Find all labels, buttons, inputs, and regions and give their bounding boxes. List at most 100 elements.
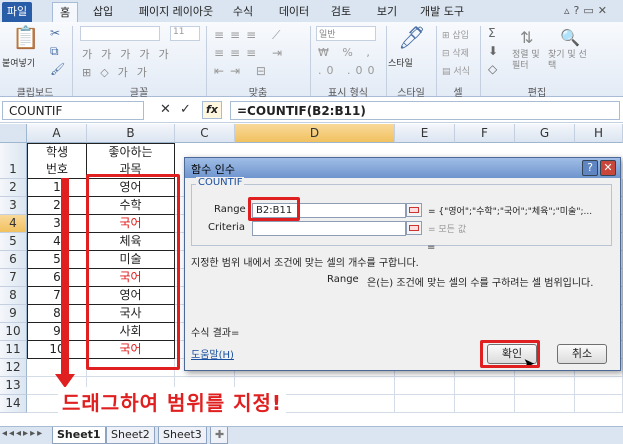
cancel-icon[interactable]: ✕ [160, 102, 171, 117]
tab-data[interactable]: 데이터 [276, 2, 312, 22]
insert-cells-button[interactable]: ⊞ 삽입 [442, 28, 469, 41]
grid-cell[interactable] [455, 377, 515, 395]
close-icon[interactable]: ✕ [600, 160, 616, 176]
decimal-buttons[interactable]: .0 .00 [318, 64, 380, 77]
cell-student-number[interactable]: 2 [27, 197, 87, 215]
cell-student-number[interactable]: 9 [27, 323, 87, 341]
align-bottom-buttons[interactable]: ⇤⇥ ⊟ [214, 64, 272, 78]
row-header[interactable]: 3 [0, 197, 27, 215]
grid-cell[interactable] [575, 377, 623, 395]
cancel-button[interactable]: 취소 [557, 344, 607, 364]
row-header[interactable]: 14 [0, 395, 27, 413]
cell-student-number[interactable]: 10 [27, 341, 87, 359]
column-header-f[interactable]: F [455, 124, 515, 143]
sort-filter-label[interactable]: 정렬 및 필터 [512, 50, 542, 72]
find-select-icon[interactable]: 🔍 [560, 28, 580, 47]
tab-page-layout[interactable]: 페이지 레이아웃 [128, 2, 224, 22]
sum-icon[interactable]: Σ [488, 26, 496, 40]
cell-student-number[interactable]: 8 [27, 305, 87, 323]
insert-function-button[interactable]: fx [202, 101, 222, 119]
row-header[interactable]: 13 [0, 377, 27, 395]
fill-icon[interactable]: ⬇ [488, 44, 498, 58]
formula-buttons: ✕ ✓ fx [160, 101, 224, 120]
grid-cell[interactable] [515, 395, 575, 413]
row-header[interactable]: 10 [0, 323, 27, 341]
range-collapse-icon[interactable] [406, 203, 422, 217]
font-size-box[interactable]: 11 [170, 26, 200, 41]
paste-icon[interactable]: 📋 [12, 26, 39, 51]
sheet-tab-2[interactable]: Sheet2 [106, 427, 155, 444]
row-header[interactable]: 5 [0, 233, 27, 251]
clear-icon[interactable]: ◇ [488, 62, 497, 76]
row-header[interactable]: 8 [0, 287, 27, 305]
cell-student-number[interactable]: 1 [27, 179, 87, 197]
formula-input[interactable]: =COUNTIF(B2:B11) [230, 101, 620, 120]
help-icon[interactable]: ? [582, 160, 598, 176]
align-top-buttons[interactable]: ≡≡≡ ⟋ [214, 28, 286, 43]
sheet-nav-buttons[interactable]: ◂◂◂▸▸▸ [2, 428, 44, 439]
tab-file[interactable]: 파일 [2, 2, 32, 22]
insert-sheet-icon[interactable]: ✚ [210, 427, 228, 444]
criteria-input[interactable] [252, 221, 406, 236]
help-link[interactable]: 도움말(H) [191, 346, 234, 361]
grid-cell[interactable] [395, 395, 455, 413]
column-header-h[interactable]: H [575, 124, 623, 143]
style-label[interactable]: 스타일 [388, 56, 413, 69]
cell-a1[interactable]: 학생 번호 [27, 143, 87, 179]
copy-icon[interactable]: ⧉ [50, 44, 59, 59]
cell-student-number[interactable]: 7 [27, 287, 87, 305]
cell-student-number[interactable]: 4 [27, 233, 87, 251]
row-header[interactable]: 2 [0, 179, 27, 197]
column-header-c[interactable]: C [175, 124, 235, 143]
name-box[interactable]: COUNTIF [2, 101, 144, 120]
row-header[interactable]: 9 [0, 305, 27, 323]
column-header-d[interactable]: D [235, 124, 395, 143]
select-all-button[interactable] [0, 124, 27, 143]
grid-cell[interactable] [455, 395, 515, 413]
grid-cell[interactable] [575, 395, 623, 413]
format-cells-button[interactable]: ▤ 서식 [442, 64, 470, 77]
grid-cell[interactable] [395, 377, 455, 395]
number-format-box[interactable]: 일반 [316, 26, 376, 41]
tab-view[interactable]: 보기 [372, 2, 402, 22]
grid-cell[interactable] [515, 377, 575, 395]
sheet-tab-1[interactable]: Sheet1 [52, 427, 106, 444]
row-header[interactable]: 4 [0, 215, 27, 233]
delete-cells-button[interactable]: ⊟ 삭제 [442, 46, 469, 59]
column-header-a[interactable]: A [27, 124, 87, 143]
sheet-tab-3[interactable]: Sheet3 [158, 427, 207, 444]
criteria-collapse-icon[interactable] [406, 221, 422, 235]
dialog-titlebar[interactable]: 함수 인수 ? ✕ [185, 158, 620, 178]
cell-student-number[interactable]: 3 [27, 215, 87, 233]
font-style-buttons[interactable]: 가가가가가 [82, 46, 178, 62]
find-select-label[interactable]: 찾기 및 선택 [548, 50, 588, 72]
tab-formulas[interactable]: 수식 [228, 2, 258, 22]
cell-student-number[interactable]: 5 [27, 251, 87, 269]
style-icon[interactable]: 🖊 [398, 26, 426, 51]
paste-label[interactable]: 붙여넣기 [2, 56, 35, 69]
enter-icon[interactable]: ✓ [180, 102, 191, 117]
number-format-buttons[interactable]: ₩ % , [318, 46, 375, 59]
row-header[interactable]: 7 [0, 269, 27, 287]
tab-insert[interactable]: 삽입 [88, 2, 118, 22]
tab-home[interactable]: 홈 [52, 2, 78, 22]
format-painter-icon[interactable]: 🖌 [50, 62, 65, 76]
row-header[interactable]: 11 [0, 341, 27, 359]
tab-developer[interactable]: 개발 도구 [414, 2, 470, 22]
row-header[interactable]: 6 [0, 251, 27, 269]
window-controls[interactable]: ▵?▭✕ [564, 4, 620, 18]
group-number: 표시 형식 [328, 88, 368, 99]
sort-filter-icon[interactable]: ⇅ [520, 28, 533, 47]
row-header[interactable]: 12 [0, 359, 27, 377]
cell-student-number[interactable]: 6 [27, 269, 87, 287]
tab-review[interactable]: 검토 [326, 2, 356, 22]
column-header-b[interactable]: B [87, 124, 175, 143]
column-header-e[interactable]: E [395, 124, 455, 143]
font-name-box[interactable] [80, 26, 160, 41]
column-header-g[interactable]: G [515, 124, 575, 143]
group-clipboard: 클립보드 [16, 88, 54, 99]
row-header[interactable]: 1 [0, 143, 27, 179]
align-middle-buttons[interactable]: ≡≡≡ ⇥ [214, 46, 288, 60]
font-border-buttons[interactable]: ⊞◇가가 [82, 64, 156, 80]
cut-icon[interactable]: ✂ [50, 26, 60, 40]
